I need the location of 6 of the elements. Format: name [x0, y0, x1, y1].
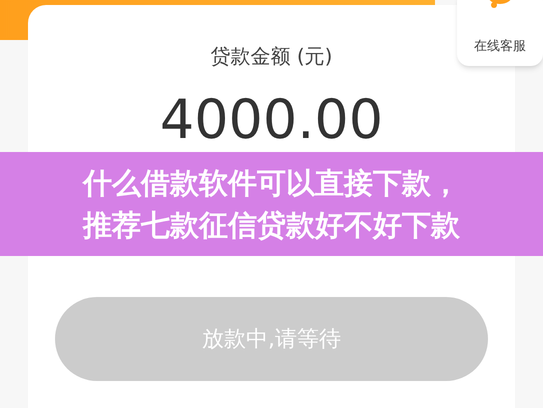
loan-amount: 4000.00: [160, 93, 384, 147]
loan-amount-label: 贷款金额 (元): [210, 43, 332, 70]
banner-title-line: 什么借款软件可以直接下款，: [83, 165, 460, 202]
customer-service-label: 在线客服: [474, 38, 526, 56]
banner-title-line: 推荐七款征信贷款好不好下款: [83, 207, 460, 244]
customer-service-panel[interactable]: 在线客服: [457, 0, 543, 66]
